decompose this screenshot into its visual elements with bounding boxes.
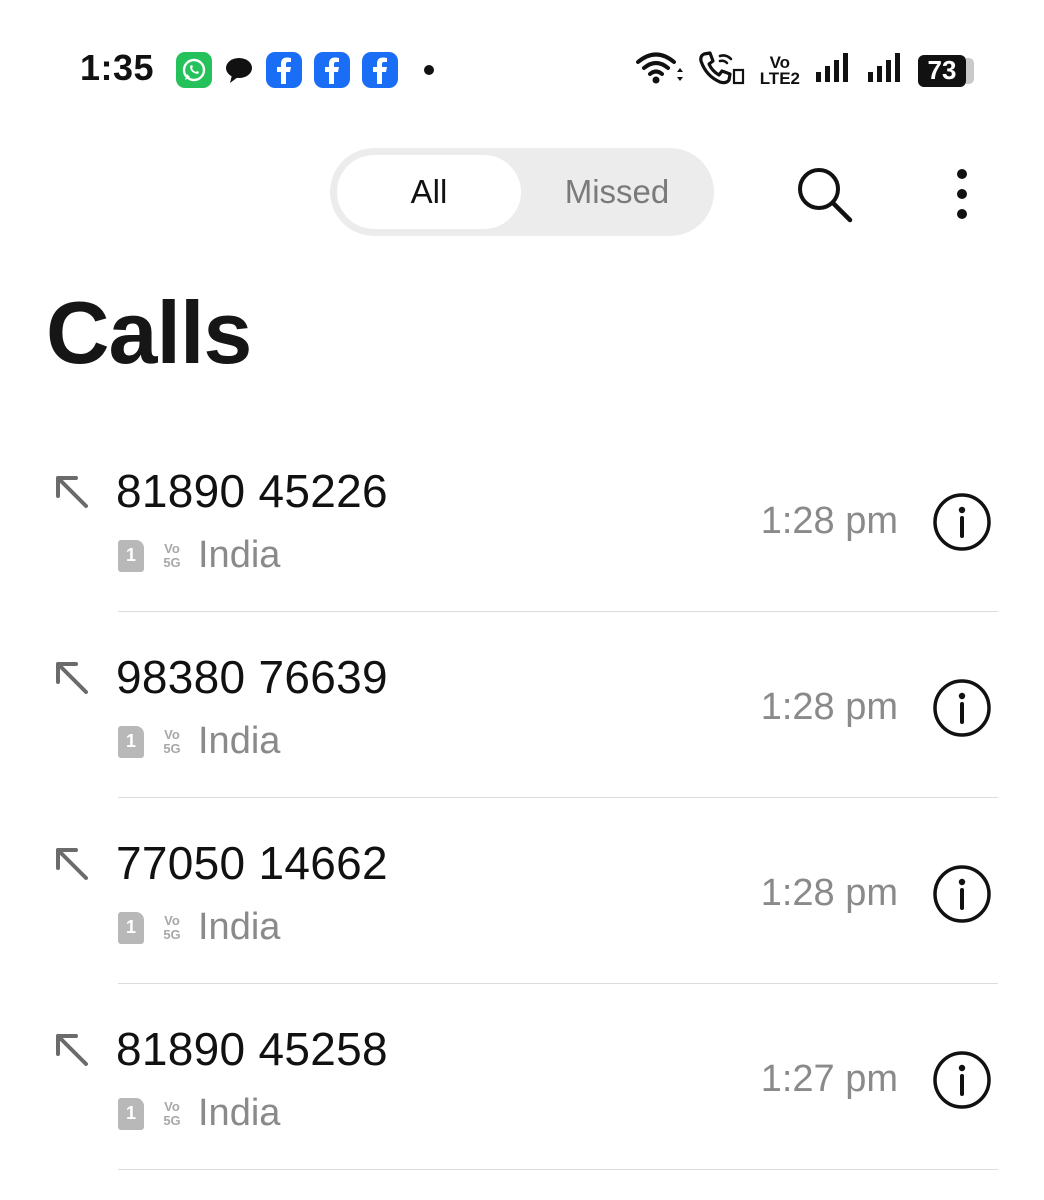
tab-all[interactable]: All bbox=[337, 155, 521, 229]
call-location: India bbox=[198, 1092, 281, 1134]
outgoing-call-icon bbox=[56, 1034, 88, 1066]
tab-missed[interactable]: Missed bbox=[526, 155, 708, 229]
call-row[interactable]: 81890 45226 1 Vo 5G India 1:28 pm bbox=[0, 426, 1044, 612]
signal-icon bbox=[866, 52, 904, 89]
chat-bubble-icon bbox=[224, 55, 254, 85]
battery-level: 73 bbox=[918, 54, 966, 87]
call-number: 77050 14662 bbox=[116, 837, 388, 889]
vo5g-icon: Vo 5G bbox=[163, 912, 181, 942]
status-bar: 1:35 Vo LTE2 73 bbox=[0, 0, 1044, 130]
call-meta: 1 Vo 5G India bbox=[118, 1092, 280, 1135]
vo5g-icon: Vo 5G bbox=[163, 726, 181, 756]
sim-card-icon: 1 bbox=[118, 1097, 144, 1130]
call-meta: 1 Vo 5G India bbox=[118, 906, 280, 949]
outgoing-call-icon bbox=[56, 476, 88, 508]
search-button[interactable] bbox=[788, 158, 860, 230]
call-time: 1:28 pm bbox=[760, 500, 898, 542]
facebook-icon bbox=[266, 52, 302, 88]
call-location: India bbox=[198, 906, 281, 948]
call-time: 1:27 pm bbox=[760, 1058, 898, 1100]
outgoing-call-icon bbox=[56, 848, 88, 880]
call-meta: 1 Vo 5G India bbox=[118, 720, 280, 763]
call-row[interactable]: 98380 76639 1 Vo 5G India 1:28 pm bbox=[0, 612, 1044, 798]
system-icons: Vo LTE2 73 bbox=[620, 50, 978, 91]
call-location: India bbox=[198, 720, 281, 762]
sim-card-icon: 1 bbox=[118, 911, 144, 944]
outgoing-call-icon bbox=[56, 662, 88, 694]
page-title: Calls bbox=[46, 283, 252, 382]
call-number: 98380 76639 bbox=[116, 651, 388, 703]
wifi-calling-icon bbox=[698, 50, 746, 91]
volte-icon: Vo LTE2 bbox=[759, 52, 800, 88]
vo5g-icon: Vo 5G bbox=[163, 540, 181, 570]
wifi-icon bbox=[634, 50, 684, 91]
search-icon bbox=[798, 168, 853, 223]
call-number: 81890 45226 bbox=[116, 465, 388, 517]
call-time: 1:28 pm bbox=[760, 686, 898, 728]
more-notifications-dot bbox=[424, 65, 434, 75]
call-row[interactable]: 81890 45258 1 Vo 5G India 1:27 pm bbox=[0, 984, 1044, 1170]
call-row[interactable]: 77050 14662 1 Vo 5G India 1:28 pm bbox=[0, 798, 1044, 984]
call-filter-toggle: All Missed bbox=[330, 148, 714, 236]
facebook-icon bbox=[314, 52, 350, 88]
status-time: 1:35 bbox=[80, 47, 155, 88]
facebook-icon bbox=[362, 52, 398, 88]
info-icon[interactable] bbox=[932, 678, 992, 738]
call-time: 1:28 pm bbox=[760, 872, 898, 914]
info-icon[interactable] bbox=[932, 1050, 992, 1110]
more-options-button[interactable] bbox=[932, 158, 992, 230]
call-number: 81890 45258 bbox=[116, 1023, 388, 1075]
battery-icon: 73 bbox=[918, 54, 978, 88]
call-list: 81890 45226 1 Vo 5G India 1:28 pm 98380 … bbox=[0, 426, 1044, 1170]
signal-icon bbox=[814, 52, 852, 89]
info-icon[interactable] bbox=[932, 864, 992, 924]
info-icon[interactable] bbox=[932, 492, 992, 552]
notification-icons bbox=[176, 52, 446, 88]
vo5g-icon: Vo 5G bbox=[163, 1098, 181, 1128]
divider bbox=[118, 1169, 998, 1170]
more-vertical-icon bbox=[957, 169, 967, 219]
call-meta: 1 Vo 5G India bbox=[118, 534, 280, 577]
whatsapp-icon bbox=[176, 52, 212, 88]
sim-card-icon: 1 bbox=[118, 725, 144, 758]
call-location: India bbox=[198, 534, 281, 576]
sim-card-icon: 1 bbox=[118, 539, 144, 572]
